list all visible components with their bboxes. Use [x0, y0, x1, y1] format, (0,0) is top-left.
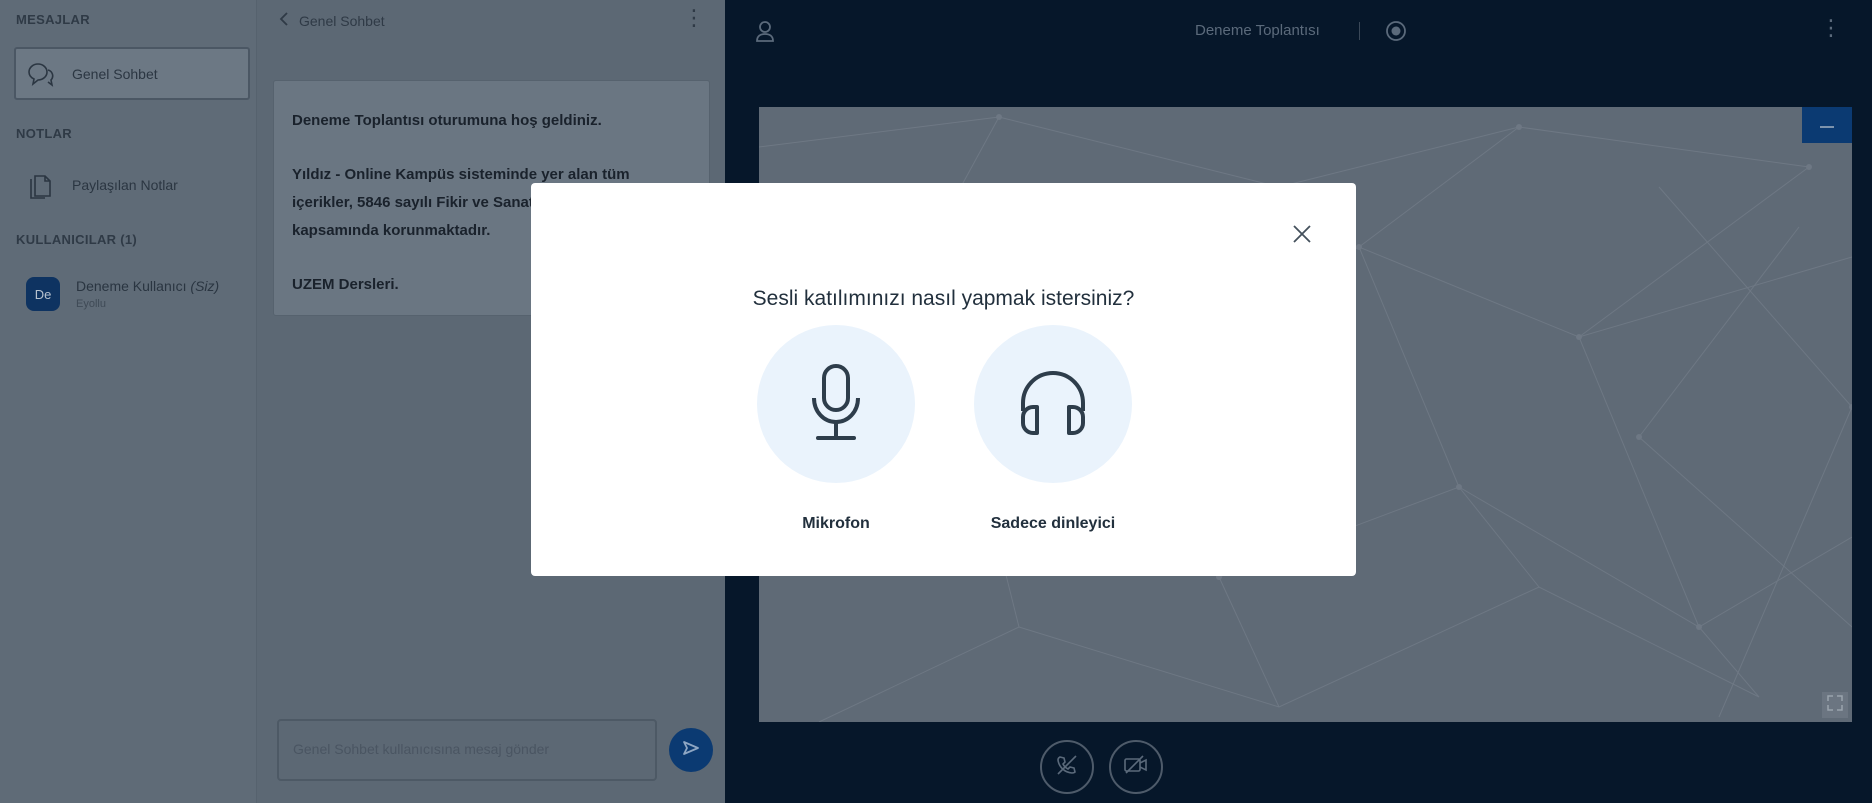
notes-heading: NOTLAR	[16, 126, 72, 141]
user-icon	[755, 21, 775, 46]
record-icon	[1385, 21, 1407, 46]
close-icon	[1292, 224, 1312, 249]
user-list-item[interactable]: De Deneme Kullanıcı (Siz) Eyollu	[14, 270, 250, 318]
listen-only-option-circle[interactable]	[974, 325, 1132, 483]
microphone-option-button[interactable]: Mikrofon	[756, 325, 916, 533]
meeting-title: Deneme Toplantısı	[1195, 22, 1320, 39]
video-off-icon	[1123, 754, 1149, 781]
chat-options-icon[interactable]: ⋮	[683, 7, 705, 29]
chat-title: Genel Sohbet	[299, 12, 385, 29]
fullscreen-button[interactable]	[1822, 692, 1848, 718]
chat-message-input[interactable]: Genel Sohbet kullanıcısına mesaj gönder	[277, 719, 657, 781]
shared-notes-label: Paylaşılan Notlar	[72, 177, 178, 193]
audio-modal: Sesli katılımınızı nasıl yapmak istersin…	[531, 183, 1356, 576]
listen-only-option-button[interactable]: Sadece dinleyici	[973, 325, 1133, 533]
audio-join-button[interactable]	[1040, 740, 1094, 794]
listen-only-label: Sadece dinleyici	[990, 515, 1116, 532]
users-heading: KULLANICILAR (1)	[16, 232, 138, 247]
welcome-line-1: Deneme Toplantısı oturumuna hoş geldiniz…	[292, 112, 602, 129]
record-indicator[interactable]	[1385, 20, 1407, 47]
minus-icon	[1820, 116, 1834, 134]
user-list-toggle[interactable]	[755, 20, 775, 47]
modal-close-button[interactable]	[1287, 221, 1317, 251]
expand-icon	[1827, 694, 1843, 716]
chat-back-button[interactable]: Genel Sohbet	[279, 12, 385, 29]
messages-heading: MESAJLAR	[16, 12, 90, 27]
minimize-presentation-button[interactable]	[1802, 107, 1852, 143]
options-menu-icon[interactable]: ⋮	[1820, 17, 1842, 39]
send-icon	[681, 738, 701, 763]
modal-title: Sesli katılımınızı nasıl yapmak istersin…	[752, 287, 1135, 310]
you-suffix: (Siz)	[190, 278, 220, 294]
chat-bubbles-icon	[26, 60, 54, 88]
share-webcam-button[interactable]	[1109, 740, 1163, 794]
headphones-icon	[1015, 367, 1091, 442]
phone-off-icon	[1055, 753, 1079, 782]
document-icon	[26, 171, 54, 199]
user-name: Deneme Kullanıcı (Siz)	[76, 278, 220, 294]
public-chat-label: Genel Sohbet	[72, 65, 158, 82]
public-chat-item[interactable]: Genel Sohbet	[14, 47, 250, 100]
microphone-option-circle[interactable]	[757, 325, 915, 483]
shared-notes-item[interactable]: Paylaşılan Notlar	[14, 165, 250, 205]
chevron-left-icon	[279, 12, 289, 29]
user-status: Eyollu	[76, 298, 106, 310]
send-button[interactable]	[669, 728, 713, 772]
microphone-label: Mikrofon	[802, 515, 870, 532]
microphone-icon	[806, 362, 866, 447]
user-list-panel: MESAJLAR Genel Sohbet NOTLAR Paylaşılan …	[0, 0, 256, 803]
title-divider	[1359, 22, 1360, 40]
avatar: De	[26, 277, 60, 311]
